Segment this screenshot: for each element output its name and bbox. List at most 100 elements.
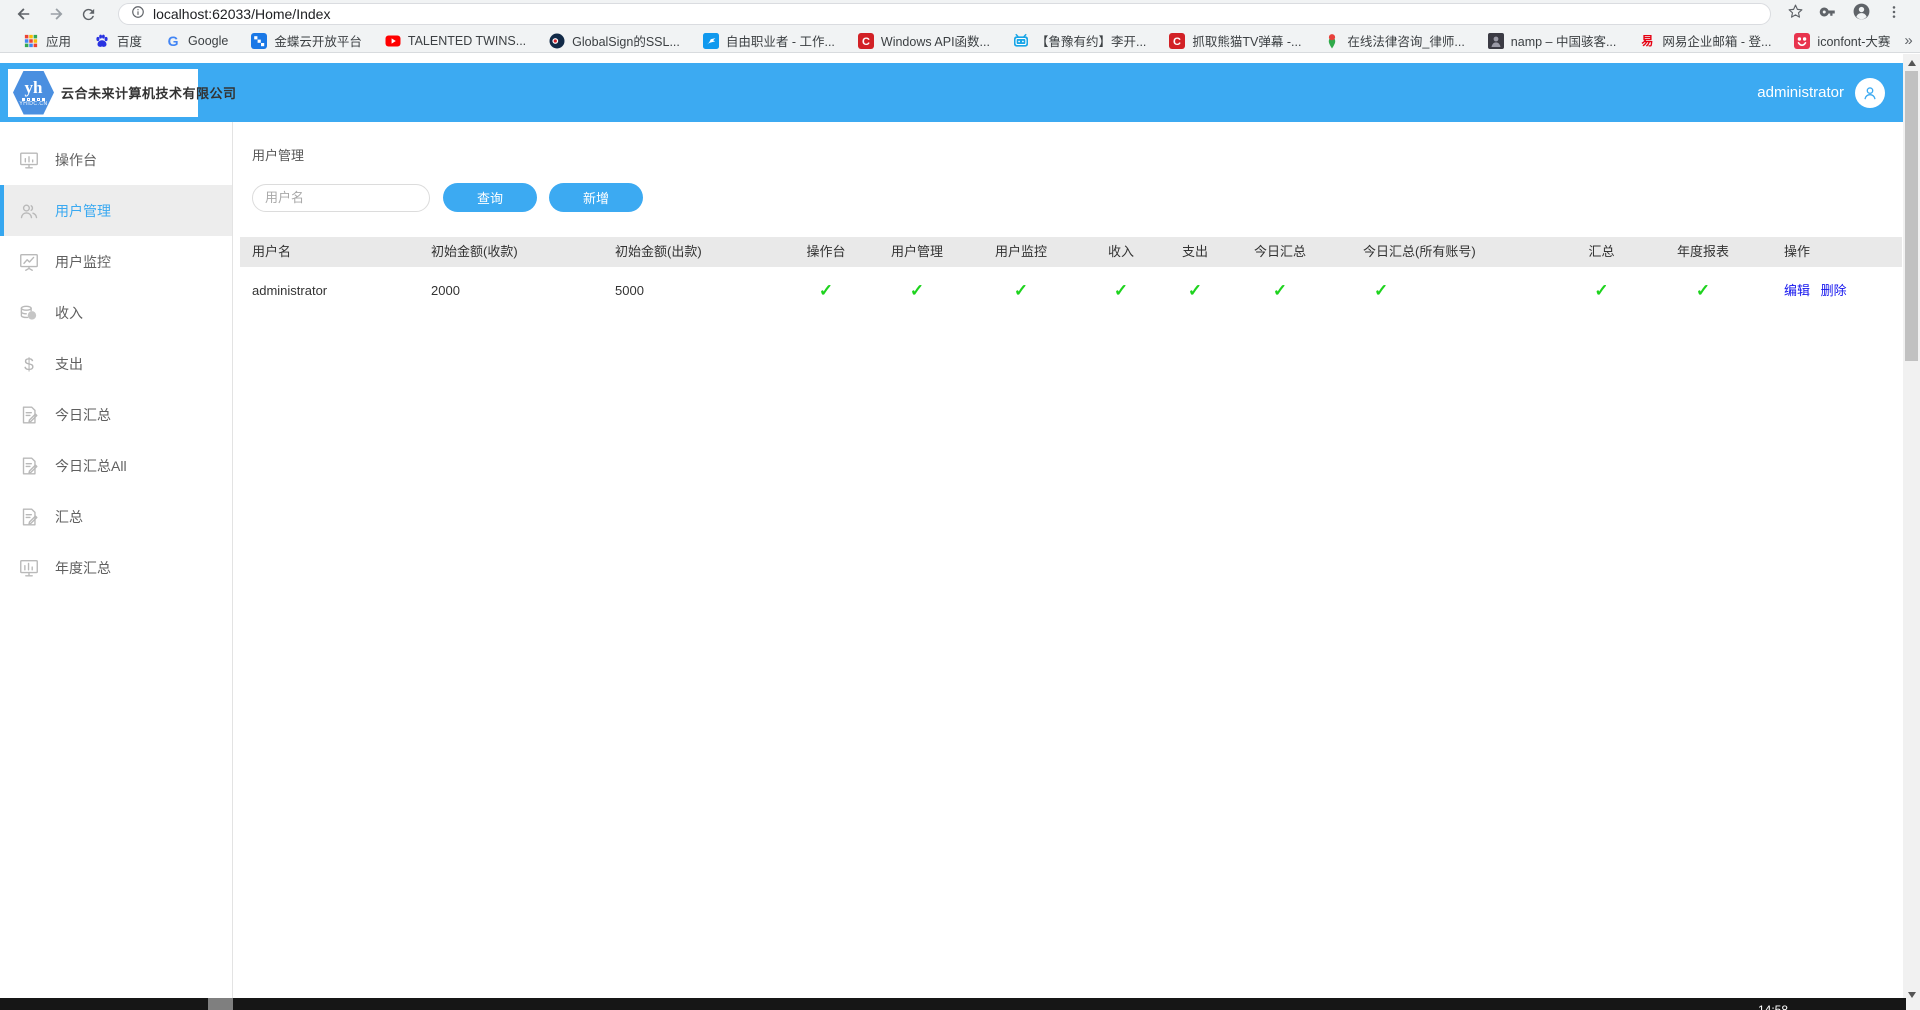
col-initial-receive: 初始金额(收款) [415, 237, 600, 267]
username-search-input[interactable] [252, 184, 430, 212]
sidebar-item-today-summary[interactable]: 今日汇总 [0, 389, 232, 440]
bookmark-label: Google [188, 34, 228, 48]
bookmarks-overflow-chevron-icon[interactable]: » [1904, 32, 1912, 49]
sidebar-item-summary[interactable]: 汇总 [0, 491, 232, 542]
bookmark-label: 抓取熊猫TV弹幕 -... [1192, 31, 1301, 50]
bookmark-item-iconfont[interactable]: iconfont-大赛 [1785, 29, 1899, 52]
svg-text:C: C [862, 36, 870, 48]
address-bar[interactable]: localhost:62033/Home/Index [118, 3, 1771, 25]
user-avatar[interactable] [1855, 78, 1885, 108]
col-today-summary-all: 今日汇总(所有账号) [1337, 237, 1555, 267]
search-controls: 查询 新增 [252, 183, 1903, 212]
menu-dots-icon[interactable] [1886, 4, 1902, 25]
back-icon[interactable] [12, 2, 36, 26]
delete-link[interactable]: 删除 [1821, 283, 1847, 298]
monitor-chart-icon [18, 251, 40, 273]
company-name: 云合未来计算机技术有限公司 [61, 83, 237, 102]
taskbar-clock: 14:58 [1758, 1003, 1788, 1010]
table-header-row: 用户名 初始金额(收款) 初始金额(出款) 操作台 用户管理 用户监控 收入 支… [240, 237, 1902, 267]
page-scrollbar[interactable] [1903, 54, 1920, 1010]
edit-link[interactable]: 编辑 [1784, 283, 1810, 298]
col-actions: 操作 [1758, 237, 1902, 267]
sidebar-item-today-summary-all[interactable]: 今日汇总All [0, 440, 232, 491]
col-today-summary: 今日汇总 [1223, 237, 1337, 267]
bookmark-item-winapi[interactable]: C Windows API函数... [849, 29, 999, 52]
apps-grid-icon [23, 33, 39, 49]
google-g-icon: G [165, 33, 181, 49]
sidebar-item-label: 用户管理 [55, 201, 111, 221]
users-icon [18, 200, 40, 222]
netease-icon: 易 [1639, 33, 1655, 49]
scrollbar-thumb[interactable] [1905, 71, 1918, 361]
bookmark-label: 应用 [46, 31, 71, 50]
sidebar-item-user-monitor[interactable]: 用户监控 [0, 236, 232, 287]
dollar-icon: $ [18, 353, 40, 375]
bookmark-item-namp[interactable]: namp – 中国骇客... [1479, 29, 1626, 52]
sidebar-item-label: 用户监控 [55, 252, 111, 272]
console-monitor-icon [18, 149, 40, 171]
document-edit-icon [18, 455, 40, 477]
sidebar-item-console[interactable]: 操作台 [0, 134, 232, 185]
check-icon: ✓ [1273, 281, 1287, 300]
page-info-icon[interactable] [131, 5, 145, 24]
sidebar-item-user-management[interactable]: 用户管理 [0, 185, 232, 236]
col-summary: 汇总 [1555, 237, 1648, 267]
sidebar-item-label: 收入 [55, 303, 83, 323]
toolbar-actions [1787, 2, 1910, 26]
bookmark-label: 在线法律咨询_律师... [1347, 31, 1464, 50]
bookmark-label: 百度 [117, 31, 142, 50]
reload-icon[interactable] [76, 2, 100, 26]
bar-chart-monitor-icon [18, 557, 40, 579]
windows-taskbar-sliver[interactable]: 14:58 [0, 998, 1906, 1010]
sidebar-item-expense[interactable]: $ 支出 [0, 338, 232, 389]
sidebar: 操作台 用户管理 用户监控 收入 $ 支出 今日汇总 [0, 122, 233, 1010]
bookmark-star-icon[interactable] [1787, 3, 1804, 25]
password-key-icon[interactable] [1819, 3, 1837, 26]
bookmark-item-apps[interactable]: 应用 [14, 29, 80, 52]
bookmark-label: Windows API函数... [881, 31, 990, 50]
bookmark-item-law[interactable]: 在线法律咨询_律师... [1315, 29, 1473, 52]
bookmark-item-globalsign[interactable]: GlobalSign的SSL... [540, 29, 689, 52]
sidebar-item-income[interactable]: 收入 [0, 287, 232, 338]
col-income: 收入 [1075, 237, 1167, 267]
bookmark-item-google[interactable]: G Google [156, 31, 237, 51]
forward-icon[interactable] [44, 2, 68, 26]
globalsign-icon [549, 33, 565, 49]
add-button[interactable]: 新增 [549, 183, 643, 212]
bookmark-item-baidu[interactable]: 百度 [85, 29, 151, 52]
profile-avatar-icon[interactable] [1852, 2, 1871, 26]
col-username: 用户名 [240, 237, 415, 267]
map-pin-icon [1324, 33, 1340, 49]
baidu-paw-icon [94, 33, 110, 49]
check-icon: ✓ [1114, 281, 1128, 300]
bookmark-item-youtube[interactable]: TALENTED TWINS... [376, 31, 535, 51]
query-button[interactable]: 查询 [443, 183, 537, 212]
check-icon: ✓ [1374, 281, 1388, 300]
col-initial-pay: 初始金额(出款) [600, 237, 785, 267]
sidebar-item-annual-summary[interactable]: 年度汇总 [0, 542, 232, 593]
bookmark-item-pandatv[interactable]: C 抓取熊猫TV弹幕 -... [1160, 29, 1310, 52]
coins-icon [18, 302, 40, 324]
csdn-icon: C [858, 33, 874, 49]
person-icon [1861, 84, 1879, 102]
sidebar-item-label: 操作台 [55, 150, 97, 170]
check-icon: ✓ [1188, 281, 1202, 300]
bookmark-item-netease[interactable]: 易 网易企业邮箱 - 登... [1630, 29, 1780, 52]
col-annual-report: 年度报表 [1648, 237, 1758, 267]
csdn-icon: C [1169, 33, 1185, 49]
app-body: 操作台 用户管理 用户监控 收入 $ 支出 今日汇总 [0, 122, 1903, 1010]
page-title: 用户管理 [252, 148, 1903, 163]
web-page: yh YHIDC.CN 云合未来计算机技术有限公司 administrator … [0, 54, 1903, 1010]
bookmark-item-bilibili[interactable]: 【鲁豫有约】李开... [1004, 29, 1155, 52]
photo-icon [1488, 33, 1504, 49]
bookmark-label: iconfont-大赛 [1817, 31, 1890, 50]
check-icon: ✓ [1014, 281, 1028, 300]
url-text[interactable]: localhost:62033/Home/Index [153, 6, 330, 22]
bookmark-item-kingdee[interactable]: 金蝶云开放平台 [242, 29, 371, 52]
kingdee-icon [251, 33, 267, 49]
logged-in-username: administrator [1757, 84, 1844, 101]
users-table: 用户名 初始金额(收款) 初始金额(出款) 操作台 用户管理 用户监控 收入 支… [240, 237, 1902, 315]
bookmark-item-freelancer[interactable]: 自由职业者 - 工作... [694, 29, 844, 52]
scrollbar-up-arrow-icon[interactable] [1903, 54, 1920, 71]
taskbar-app-highlight[interactable] [208, 998, 233, 1010]
